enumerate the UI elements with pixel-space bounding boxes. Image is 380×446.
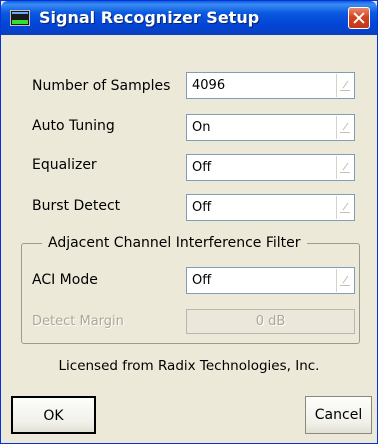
detect-margin-field[interactable]: 0 dB xyxy=(186,309,355,334)
dropdown-arrow-icon[interactable] xyxy=(336,116,353,139)
number-of-samples-value: 4096 xyxy=(192,78,226,93)
auto-tuning-label: Auto Tuning xyxy=(32,118,115,134)
ok-button[interactable]: OK xyxy=(11,396,96,434)
auto-tuning-select[interactable]: On xyxy=(186,114,355,141)
license-text: Licensed from Radix Technologies, Inc. xyxy=(58,358,320,374)
title-bar[interactable]: Signal Recognizer Setup xyxy=(1,1,377,35)
dialog-title: Signal Recognizer Setup xyxy=(39,8,260,27)
equalizer-select[interactable]: Off xyxy=(186,154,355,181)
detect-margin-value: 0 dB xyxy=(255,314,286,329)
cancel-button[interactable]: Cancel xyxy=(305,396,372,434)
number-of-samples-select[interactable]: 4096 xyxy=(186,72,355,99)
aci-mode-value: Off xyxy=(192,273,212,288)
dropdown-arrow-icon[interactable] xyxy=(336,269,353,292)
burst-detect-select[interactable]: Off xyxy=(186,194,355,221)
dropdown-arrow-icon[interactable] xyxy=(336,156,353,179)
setup-dialog: Signal Recognizer Setup Number of Sample… xyxy=(0,0,378,444)
equalizer-label: Equalizer xyxy=(32,157,97,173)
aci-filter-group-title: Adjacent Channel Interference Filter xyxy=(42,235,307,251)
detect-margin-label: Detect Margin xyxy=(32,314,124,329)
aci-mode-select[interactable]: Off xyxy=(186,267,355,294)
dropdown-arrow-icon[interactable] xyxy=(336,74,353,97)
number-of-samples-label: Number of Samples xyxy=(32,78,171,94)
burst-detect-value: Off xyxy=(192,200,212,215)
auto-tuning-value: On xyxy=(192,120,211,135)
dropdown-arrow-icon[interactable] xyxy=(336,196,353,219)
equalizer-value: Off xyxy=(192,160,212,175)
aci-mode-label: ACI Mode xyxy=(32,272,98,288)
close-button[interactable] xyxy=(348,7,370,29)
burst-detect-label: Burst Detect xyxy=(32,198,121,214)
signal-spectrum-icon xyxy=(10,10,30,26)
